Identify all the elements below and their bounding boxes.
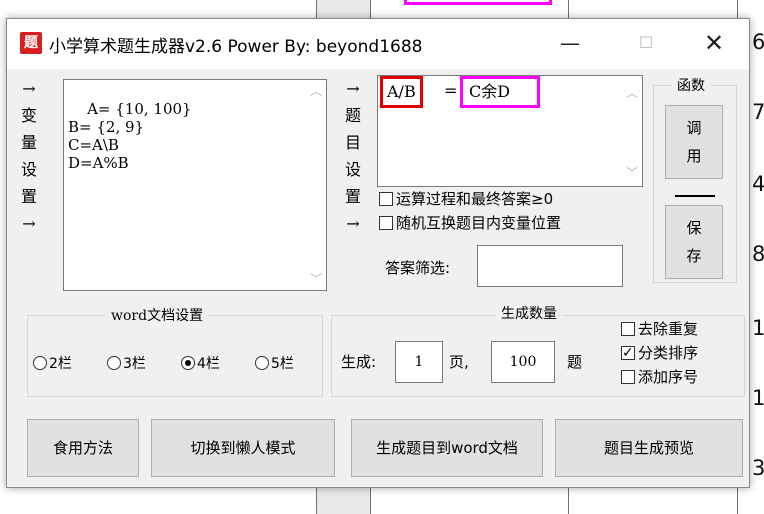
background-digit: 1	[752, 316, 764, 340]
question-lhs: A/B	[380, 76, 423, 108]
label-char: 题	[344, 106, 361, 125]
background-digit: 4	[752, 172, 764, 196]
app-icon: 题	[20, 32, 42, 54]
close-button[interactable]: ✕	[687, 23, 741, 63]
radio-label: 2栏	[49, 356, 72, 372]
radio-dot[interactable]	[255, 356, 269, 370]
pages-input[interactable]: 1	[395, 341, 443, 383]
call-function-button[interactable]: 调 用	[665, 105, 723, 179]
variables-textarea[interactable]: A= {10, 100} B= {2, 9} C=A\B D=A%B ︿ ﹀	[63, 79, 327, 291]
background-digit: 7	[752, 100, 764, 124]
question-equals: =	[444, 81, 458, 100]
button-char: 保	[686, 219, 702, 237]
label-char: 变	[20, 106, 37, 125]
radio-dot[interactable]	[107, 356, 121, 370]
functions-title: 函数	[671, 75, 711, 95]
label-char: 目	[344, 133, 361, 152]
swap-checkbox[interactable]: 随机互换题目内变量位置	[379, 213, 561, 233]
arrow-right-icon: →	[22, 214, 36, 233]
background-digit: 3	[752, 456, 764, 480]
label-char: 设	[344, 160, 361, 179]
scroll-down-icon[interactable]: ﹀	[626, 164, 638, 182]
checkbox-label: 去除重复	[638, 320, 699, 338]
generate-quantity-title: 生成数量	[495, 303, 563, 323]
radio-dot-selected[interactable]	[181, 356, 195, 370]
count-input[interactable]: 100	[491, 341, 555, 383]
preview-button[interactable]: 题目生成预览	[555, 419, 743, 477]
scroll-up-icon[interactable]: ︿	[626, 84, 638, 102]
background-highlight-box	[404, 0, 552, 5]
question-settings-label: → 题 目 设 置 →	[343, 75, 363, 237]
checkbox-box-checked[interactable]	[621, 343, 635, 363]
answer-filter-input[interactable]	[477, 245, 623, 287]
checkbox-label: 随机互换题目内变量位置	[396, 214, 562, 232]
label-char: 设	[20, 160, 37, 179]
label-char: 置	[344, 187, 361, 206]
button-char: 存	[686, 247, 702, 265]
title-bar[interactable]: 题 小学算术题生成器v2.6 Power By: beyond1688 — ☐ …	[7, 19, 749, 69]
checkbox-label: 运算过程和最终答案≥0	[396, 190, 554, 208]
variables-text: A= {10, 100} B= {2, 9} C=A\B D=A%B	[68, 100, 192, 172]
scroll-up-icon[interactable]: ︿	[310, 82, 322, 100]
variable-settings-label: → 变 量 设 置 →	[19, 75, 39, 237]
arrow-right-icon: →	[346, 214, 360, 233]
arrow-right-icon: →	[22, 79, 36, 98]
word-settings-title: word文档设置	[105, 305, 210, 325]
question-textarea[interactable]: A/B = C余D ︿ ﹀	[377, 75, 643, 187]
radio-dot[interactable]	[33, 356, 47, 370]
checkbox-box[interactable]	[379, 216, 393, 230]
app-window: 题 小学算术题生成器v2.6 Power By: beyond1688 — ☐ …	[6, 18, 750, 488]
radio-5-columns[interactable]: 5栏	[255, 355, 294, 373]
radio-label: 5栏	[271, 356, 294, 372]
save-function-button[interactable]: 保 存	[665, 205, 723, 279]
dedup-checkbox[interactable]: 去除重复	[621, 319, 698, 339]
button-char: 调	[686, 119, 702, 137]
background-digit: 8	[752, 242, 764, 266]
serial-checkbox[interactable]: 添加序号	[621, 367, 698, 387]
pages-unit-label: 页,	[449, 353, 469, 371]
answer-filter-label: 答案筛选:	[385, 259, 451, 277]
radio-label: 3栏	[123, 356, 146, 372]
lazy-mode-button[interactable]: 切换到懒人模式	[151, 419, 335, 477]
label-char: 置	[20, 187, 37, 206]
generate-word-button[interactable]: 生成题目到word文档	[351, 419, 543, 477]
radio-2-columns[interactable]: 2栏	[33, 355, 72, 373]
window-title: 小学算术题生成器v2.6 Power By: beyond1688	[49, 37, 423, 57]
checkbox-label: 分类排序	[638, 344, 699, 362]
arrow-right-icon: →	[346, 79, 360, 98]
radio-label: 4栏	[197, 356, 220, 372]
checkbox-box[interactable]	[379, 192, 393, 206]
sort-checkbox[interactable]: 分类排序	[621, 343, 698, 363]
count-unit-label: 题	[567, 353, 583, 371]
function-divider	[675, 195, 715, 197]
maximize-button[interactable]: ☐	[619, 23, 673, 63]
minimize-button[interactable]: —	[543, 23, 597, 63]
button-char: 用	[686, 147, 702, 165]
scroll-down-icon[interactable]: ﹀	[310, 270, 322, 288]
label-char: 量	[20, 133, 37, 152]
question-rhs: C余D	[460, 76, 540, 108]
checkbox-box[interactable]	[621, 322, 635, 336]
howto-button[interactable]: 食用方法	[27, 419, 139, 477]
radio-4-columns[interactable]: 4栏	[181, 355, 220, 373]
generate-label: 生成:	[341, 353, 377, 371]
nonneg-checkbox[interactable]: 运算过程和最终答案≥0	[379, 189, 553, 209]
background-digit: 6	[752, 30, 764, 54]
radio-3-columns[interactable]: 3栏	[107, 355, 146, 373]
background-digit: 1	[752, 386, 764, 410]
checkbox-box[interactable]	[621, 370, 635, 384]
checkbox-label: 添加序号	[638, 368, 699, 386]
